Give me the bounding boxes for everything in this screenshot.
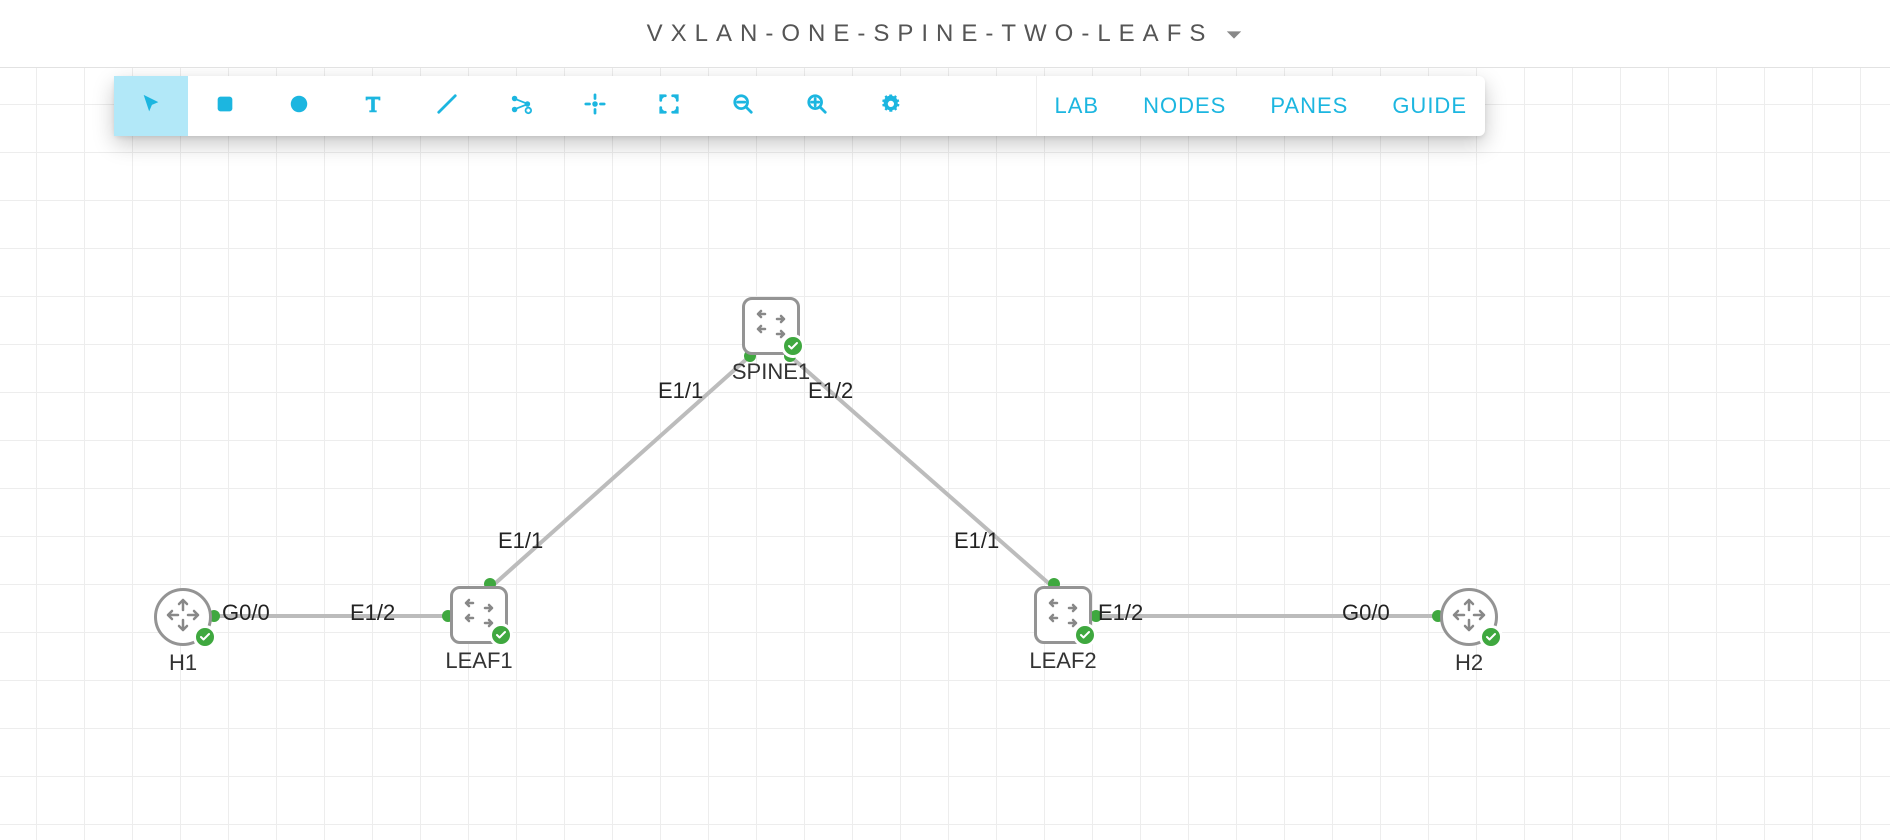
zoom-out-button[interactable] bbox=[706, 76, 780, 136]
tool-group bbox=[114, 76, 928, 136]
tab-nodes[interactable]: NODES bbox=[1143, 93, 1226, 119]
node-h2[interactable]: H2 bbox=[1440, 588, 1498, 646]
interface-label: E1/2 bbox=[808, 378, 853, 403]
switch-icon bbox=[450, 586, 508, 644]
node-label: SPINE1 bbox=[732, 359, 810, 385]
interface-label: E1/1 bbox=[658, 378, 703, 403]
ellipse-tool-button[interactable] bbox=[262, 76, 336, 136]
tab-panes[interactable]: PANES bbox=[1270, 93, 1348, 119]
settings-button[interactable] bbox=[854, 76, 928, 136]
topology-canvas[interactable]: LAB NODES PANES GUIDE E1/1 E1/2 E1/1 E1/… bbox=[0, 68, 1890, 840]
lab-title[interactable]: VXLAN-ONE-SPINE-TWO-LEAFS bbox=[647, 20, 1214, 48]
node-label: H1 bbox=[169, 650, 197, 676]
text-icon bbox=[362, 93, 384, 120]
interface-label: G0/0 bbox=[222, 600, 270, 625]
router-icon bbox=[1440, 588, 1498, 646]
interface-label: E1/2 bbox=[350, 600, 395, 625]
node-leaf1[interactable]: LEAF1 bbox=[450, 586, 508, 644]
node-label: LEAF2 bbox=[1029, 648, 1096, 674]
node-label: H2 bbox=[1455, 650, 1483, 676]
interface-label: G0/0 bbox=[1342, 600, 1390, 625]
interface-label: E1/1 bbox=[498, 528, 543, 553]
node-h1[interactable]: H1 bbox=[154, 588, 212, 646]
select-tool-button[interactable] bbox=[114, 76, 188, 136]
circle-icon bbox=[288, 93, 310, 120]
status-ok-icon bbox=[781, 334, 805, 358]
link-nodes-icon bbox=[510, 93, 532, 120]
link-spine1-leaf1[interactable] bbox=[490, 356, 750, 588]
toolbar-tabs: LAB NODES PANES GUIDE bbox=[1036, 76, 1485, 136]
node-spine1[interactable]: SPINE1 bbox=[742, 297, 800, 355]
node-label: LEAF1 bbox=[445, 648, 512, 674]
target-icon bbox=[584, 93, 606, 120]
cursor-icon bbox=[140, 93, 162, 120]
line-icon bbox=[436, 93, 458, 120]
center-tool-button[interactable] bbox=[558, 76, 632, 136]
chevron-down-icon[interactable] bbox=[1225, 20, 1243, 48]
interface-label: E1/1 bbox=[954, 528, 999, 553]
gear-icon bbox=[880, 93, 902, 120]
zoom-out-icon bbox=[732, 93, 754, 120]
node-leaf2[interactable]: LEAF2 bbox=[1034, 586, 1092, 644]
rectangle-tool-button[interactable] bbox=[188, 76, 262, 136]
router-icon bbox=[154, 588, 212, 646]
tab-guide[interactable]: GUIDE bbox=[1392, 93, 1467, 119]
title-bar: VXLAN-ONE-SPINE-TWO-LEAFS bbox=[0, 0, 1890, 68]
zoom-in-icon bbox=[806, 93, 828, 120]
status-ok-icon bbox=[193, 625, 217, 649]
square-icon bbox=[214, 93, 236, 120]
fit-view-button[interactable] bbox=[632, 76, 706, 136]
status-ok-icon bbox=[1479, 625, 1503, 649]
switch-icon bbox=[1034, 586, 1092, 644]
status-ok-icon bbox=[1073, 623, 1097, 647]
link-tool-button[interactable] bbox=[484, 76, 558, 136]
switch-icon bbox=[742, 297, 800, 355]
interface-label: E1/2 bbox=[1098, 600, 1143, 625]
zoom-in-button[interactable] bbox=[780, 76, 854, 136]
text-tool-button[interactable] bbox=[336, 76, 410, 136]
status-ok-icon bbox=[489, 623, 513, 647]
fit-view-icon bbox=[658, 93, 680, 120]
topology-svg: E1/1 E1/2 E1/1 E1/1 G0/0 E1/2 E1/2 G0/0 bbox=[0, 68, 1890, 840]
line-tool-button[interactable] bbox=[410, 76, 484, 136]
tab-lab[interactable]: LAB bbox=[1055, 93, 1100, 119]
toolbar: LAB NODES PANES GUIDE bbox=[114, 76, 1485, 136]
